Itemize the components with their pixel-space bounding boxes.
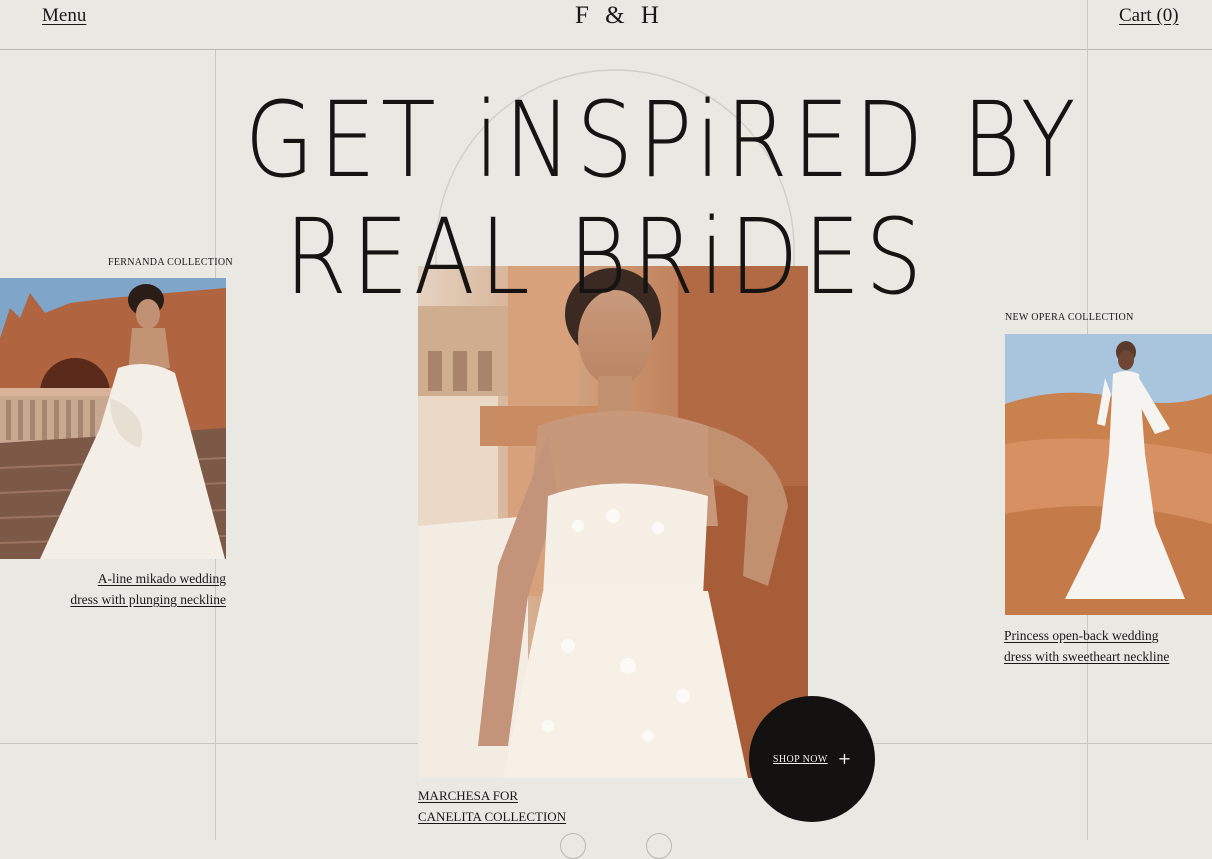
caption-line-2[interactable]: CANELITA COLLECTION (418, 806, 566, 827)
hero-bride-photo[interactable] (418, 266, 808, 778)
menu-link[interactable]: Menu (42, 5, 86, 27)
header-divider (0, 49, 1212, 50)
hero-collection-caption[interactable]: MARCHESA FOR CANELITA COLLECTION (418, 785, 566, 827)
carousel-next-button[interactable] (646, 833, 672, 859)
collection-label-new-opera: NEW OPERA COLLECTION (1005, 312, 1134, 323)
brand-logo[interactable]: F & H (575, 2, 664, 30)
new-opera-title-line-1[interactable]: Princess open-back wedding (1004, 625, 1169, 646)
fernanda-dress-photo[interactable] (0, 278, 226, 559)
new-opera-dress-title[interactable]: Princess open-back wedding dress with sw… (1004, 625, 1169, 667)
headline-line-1: GET iNSPiRED BY (244, 79, 1081, 201)
new-opera-dress-photo[interactable] (1005, 334, 1212, 615)
collection-label-fernanda: FERNANDA COLLECTION (108, 257, 233, 268)
hero-headline: GET iNSPiRED BY REAL BRiDES (186, 79, 1081, 318)
headline-line-2: REAL BRiDES (284, 196, 928, 318)
fernanda-title-line-1[interactable]: A-line mikado wedding (70, 568, 226, 589)
caption-line-1[interactable]: MARCHESA FOR (418, 785, 566, 806)
new-opera-title-line-2[interactable]: dress with sweetheart neckline (1004, 646, 1169, 667)
fernanda-dress-title[interactable]: A-line mikado wedding dress with plungin… (70, 568, 226, 610)
plus-icon: + (837, 749, 852, 768)
cart-link[interactable]: Cart (0) (1119, 5, 1179, 27)
carousel-prev-button[interactable] (560, 833, 586, 859)
shop-now-label: SHOP NOW (772, 753, 828, 765)
fernanda-title-line-2[interactable]: dress with plunging neckline (70, 589, 226, 610)
shop-now-button[interactable]: SHOP NOW + (749, 696, 875, 822)
